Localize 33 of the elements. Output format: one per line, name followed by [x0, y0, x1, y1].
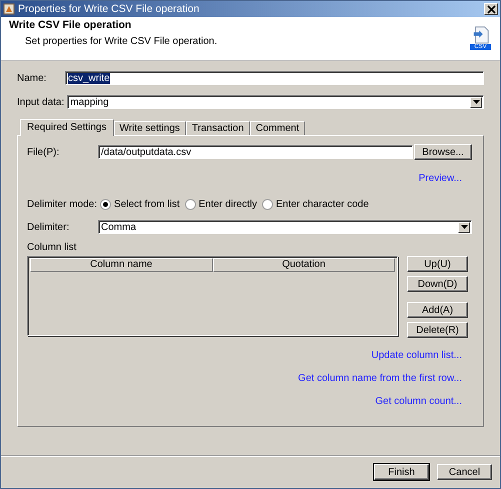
field-label: Input data: — [17, 96, 64, 108]
column-header[interactable]: Quotation — [212, 258, 395, 272]
preview-link[interactable]: Preview... — [418, 173, 462, 184]
header-title: Write CSV File operation — [9, 19, 132, 31]
name-field[interactable]: csv_write — [65, 71, 484, 85]
dialog-button[interactable]: Cancel — [437, 464, 492, 480]
field-label: Name: — [17, 72, 48, 84]
header-description: Set properties for Write CSV File operation. — [25, 36, 218, 47]
tab[interactable]: Comment — [250, 121, 306, 135]
window-title: Properties for Write CSV File operation — [18, 3, 200, 15]
field-label: Delimiter: — [27, 222, 70, 232]
action-link[interactable]: Get column count... — [375, 396, 462, 407]
input-data-dropdown[interactable]: mapping — [67, 95, 484, 109]
radio-label: Enter character code — [276, 199, 369, 210]
column-header[interactable]: Column name — [30, 258, 212, 272]
field-label: Delimiter mode: — [27, 199, 98, 210]
browse-button[interactable]: Browse... — [414, 144, 472, 160]
dialog-button[interactable]: Finish — [374, 464, 429, 480]
list-button[interactable]: Add(A) — [407, 302, 468, 318]
radio-label: Select from list — [114, 199, 180, 210]
field-label: File(P): — [27, 146, 60, 158]
tab[interactable]: Required Settings — [20, 119, 114, 136]
action-link[interactable]: Get column name from the first row... — [298, 373, 462, 384]
file-path-field[interactable]: /data/outputdata.csv — [98, 145, 413, 159]
action-link[interactable]: Update column list... — [371, 350, 462, 361]
list-button[interactable]: Up(U) — [407, 256, 468, 272]
radio-label: Enter directly — [198, 199, 257, 210]
list-button[interactable]: Down(D) — [407, 276, 468, 292]
tab[interactable]: Transaction — [186, 121, 250, 135]
tab[interactable]: Write settings — [114, 121, 186, 135]
delimiter-dropdown[interactable]: Comma — [98, 220, 472, 234]
section-label: Column list — [27, 242, 78, 253]
list-button[interactable]: Delete(R) — [407, 322, 468, 338]
